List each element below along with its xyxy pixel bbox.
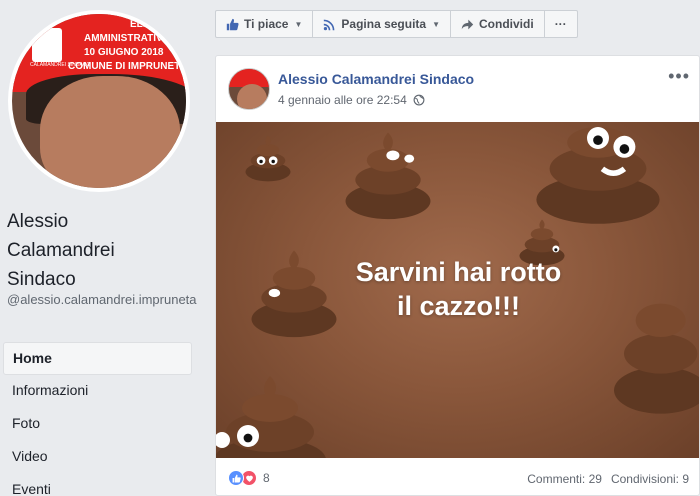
globe-icon bbox=[413, 94, 425, 106]
poop-emoji-icon bbox=[216, 376, 326, 458]
poop-emoji-icon bbox=[345, 132, 431, 220]
nav-item-informazioni[interactable]: Informazioni bbox=[3, 375, 192, 408]
share-page-button[interactable]: Condividi bbox=[451, 11, 545, 37]
avatar-banner-line-2: AMMINISTRATIV bbox=[84, 33, 163, 44]
nav-item-home[interactable]: Home bbox=[3, 342, 192, 375]
poop-emoji-icon bbox=[245, 135, 291, 182]
avatar-banner-line-1: ELEZ bbox=[130, 19, 156, 30]
nav-item-foto[interactable]: Foto bbox=[3, 408, 192, 441]
poop-emoji-icon bbox=[614, 303, 699, 414]
shares-count-link[interactable]: Condivisioni: 9 bbox=[611, 472, 689, 486]
post-footer: 8 Commenti: 29 Condivisioni: 9 bbox=[216, 458, 699, 496]
more-dots-icon: ··· bbox=[554, 17, 567, 31]
post-timestamp[interactable]: 4 gennaio alle ore 22:54 bbox=[278, 93, 407, 107]
more-options-button[interactable]: ··· bbox=[545, 11, 577, 37]
post-meta: 4 gennaio alle ore 22:54 bbox=[278, 93, 425, 107]
follow-page-button[interactable]: Pagina seguita ▼ bbox=[313, 11, 452, 37]
post-card: Alessio Calamandrei Sindaco 4 gennaio al… bbox=[215, 55, 700, 496]
image-caption-text: Sarvini hai rotto il cazzo!!! bbox=[355, 257, 562, 321]
nav-item-video[interactable]: Video bbox=[3, 441, 192, 474]
like-reaction-icon bbox=[228, 470, 244, 486]
like-page-button[interactable]: Ti piace ▼ bbox=[216, 11, 314, 37]
page-handle[interactable]: @alessio.calamandrei.impruneta bbox=[7, 292, 197, 308]
chevron-down-icon: ▼ bbox=[432, 19, 441, 29]
profile-avatar[interactable]: CALAMANDREI SINDACO ELEZ AMMINISTRATIV 1… bbox=[8, 10, 190, 192]
reaction-count: 8 bbox=[263, 471, 270, 485]
post-image[interactable]: Sarvini hai rotto il cazzo!!! bbox=[216, 122, 699, 458]
engagement-counts: Commenti: 29 Condivisioni: 9 bbox=[527, 472, 689, 486]
page-name[interactable]: Alessio Calamandrei Sindaco bbox=[7, 207, 197, 294]
share-arrow-icon bbox=[461, 18, 474, 31]
page-nav: Home Informazioni Foto Video Eventi bbox=[3, 342, 192, 496]
poop-emoji-icon bbox=[536, 127, 660, 224]
post-author-avatar[interactable] bbox=[228, 68, 270, 110]
post-options-icon[interactable]: ••• bbox=[668, 66, 690, 87]
avatar-banner-line-4: COMUNE DI IMPRUNETA bbox=[68, 61, 186, 72]
post-author-name[interactable]: Alessio Calamandrei Sindaco bbox=[278, 71, 474, 87]
rss-follow-icon bbox=[323, 18, 336, 31]
nav-item-eventi[interactable]: Eventi bbox=[3, 474, 192, 496]
left-column: CALAMANDREI SINDACO ELEZ AMMINISTRATIV 1… bbox=[0, 0, 202, 496]
comments-count-link[interactable]: Commenti: 29 bbox=[527, 472, 602, 486]
chevron-down-icon: ▼ bbox=[294, 19, 303, 29]
reactions-summary[interactable]: 8 bbox=[228, 470, 270, 486]
page-action-bar: Ti piace ▼ Pagina seguita ▼ Condividi ··… bbox=[215, 10, 578, 38]
thumbs-up-icon bbox=[226, 18, 239, 31]
avatar-logo bbox=[32, 28, 62, 62]
avatar-banner-line-3: 10 GIUGNO 2018 bbox=[84, 47, 164, 58]
